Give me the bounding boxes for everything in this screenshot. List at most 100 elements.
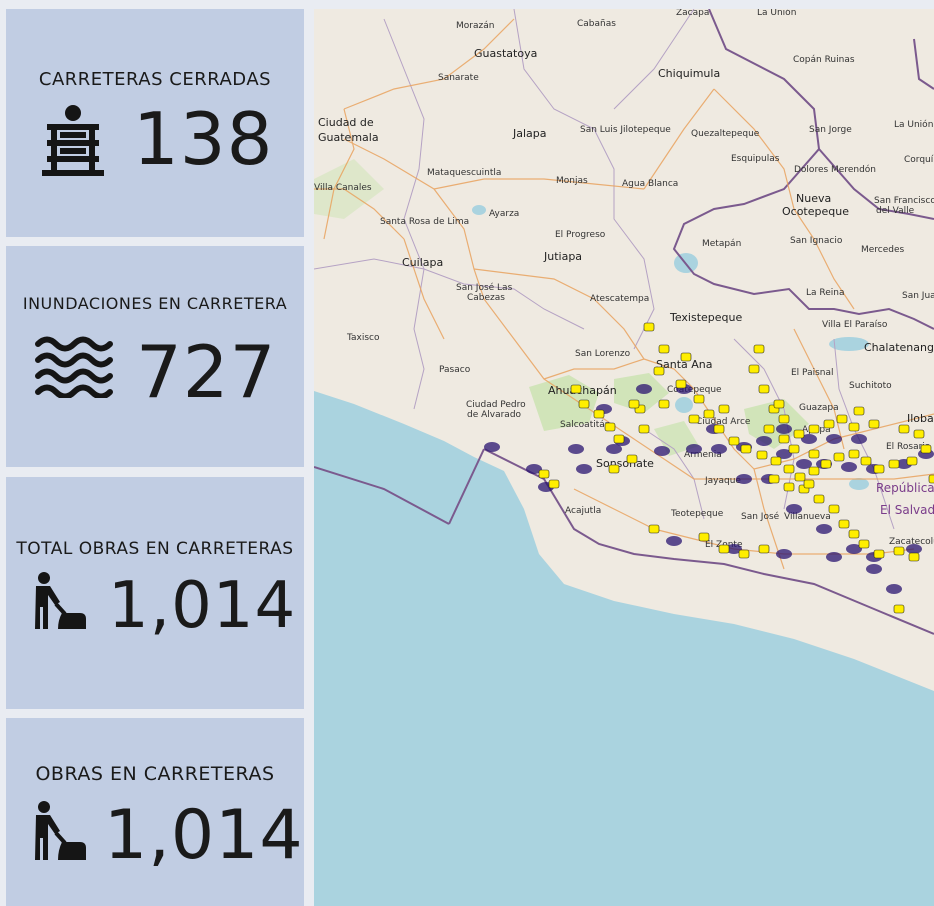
road-worker-icon bbox=[30, 571, 88, 635]
incident-marker bbox=[658, 399, 670, 409]
incident-marker bbox=[740, 444, 752, 454]
flood-heat-spot bbox=[826, 552, 842, 562]
place-label: Ayarza bbox=[489, 209, 519, 219]
place-label: Mataquescuintla bbox=[427, 168, 501, 178]
place-label: La Reina bbox=[806, 288, 845, 298]
incident-marker bbox=[578, 399, 590, 409]
place-label: Mercedes bbox=[861, 245, 905, 255]
incident-marker bbox=[893, 604, 905, 614]
incident-marker bbox=[868, 419, 880, 429]
incident-marker bbox=[570, 384, 582, 394]
incident-marker bbox=[643, 322, 655, 332]
road-incidents-map[interactable]: Zacapa La Unión Morazán Cabañas Guastato… bbox=[314, 9, 934, 906]
place-label: del Valle bbox=[876, 206, 915, 216]
kpi-title: INUNDACIONES EN CARRETERA bbox=[22, 294, 288, 313]
kpi-card-total-obras: TOTAL OBRAS EN CARRETERAS 1,014 bbox=[6, 477, 304, 709]
place-label: La Unión bbox=[757, 9, 796, 18]
incident-marker bbox=[783, 464, 795, 474]
place-label: Esquipulas bbox=[731, 154, 780, 164]
incident-marker bbox=[848, 529, 860, 539]
road-worker-icon bbox=[30, 800, 88, 866]
place-label: Taxisco bbox=[346, 333, 380, 343]
place-label: Sonsonate bbox=[596, 457, 654, 470]
kpi-title: OBRAS EN CARRETERAS bbox=[35, 763, 275, 785]
incident-marker bbox=[908, 552, 920, 562]
incident-marker bbox=[778, 434, 790, 444]
country-label: El Salvador bbox=[880, 503, 934, 517]
incident-marker bbox=[888, 459, 900, 469]
flood-heat-spot bbox=[816, 524, 832, 534]
place-label: San Juan bbox=[902, 291, 934, 301]
kpi-value: 138 bbox=[133, 97, 274, 181]
flood-heat-spot bbox=[636, 384, 652, 394]
place-label: Monjas bbox=[556, 176, 588, 186]
incident-marker bbox=[783, 482, 795, 492]
place-label: San Luis Jilotepeque bbox=[580, 125, 671, 135]
incident-marker bbox=[768, 474, 780, 484]
flood-heat-spot bbox=[484, 442, 500, 452]
place-label: Quezaltepeque bbox=[691, 129, 760, 139]
incident-marker bbox=[653, 366, 665, 376]
incident-marker bbox=[860, 456, 872, 466]
kpi-value: 727 bbox=[136, 330, 277, 414]
flood-heat-spot bbox=[686, 444, 702, 454]
incident-marker bbox=[808, 449, 820, 459]
incident-marker bbox=[836, 414, 848, 424]
place-label: Nueva bbox=[796, 192, 831, 205]
place-label: Ahuachapán bbox=[548, 384, 617, 397]
place-label: San José bbox=[741, 511, 780, 522]
place-label: de Alvarado bbox=[467, 410, 522, 420]
incident-marker bbox=[898, 424, 910, 434]
incident-marker bbox=[838, 519, 850, 529]
place-label: Guastatoya bbox=[474, 47, 537, 60]
kpi-value: 1,014 bbox=[104, 796, 304, 875]
place-label: Sanarate bbox=[438, 73, 479, 83]
place-label: San Jorge bbox=[809, 125, 852, 135]
incident-marker bbox=[613, 434, 625, 444]
incident-marker bbox=[608, 464, 620, 474]
place-label: Dolores Merendón bbox=[794, 164, 876, 175]
incident-marker bbox=[848, 422, 860, 432]
incident-marker bbox=[713, 424, 725, 434]
incident-marker bbox=[658, 344, 670, 354]
flood-heat-spot bbox=[666, 536, 682, 546]
place-label: Villa Canales bbox=[314, 183, 372, 193]
place-label: Ciudad Pedro bbox=[466, 400, 526, 410]
place-label: Coatepeque bbox=[667, 385, 722, 395]
place-label: Ocotepeque bbox=[782, 205, 849, 218]
place-label: El Progreso bbox=[555, 230, 606, 240]
incident-marker bbox=[628, 399, 640, 409]
incident-marker bbox=[820, 459, 832, 469]
place-label: Cuilapa bbox=[402, 256, 443, 269]
incident-marker bbox=[773, 399, 785, 409]
incident-marker bbox=[718, 544, 730, 554]
kpi-card-inundaciones: INUNDACIONES EN CARRETERA 727 bbox=[6, 246, 304, 467]
place-label: Metapán bbox=[702, 239, 741, 249]
incident-marker bbox=[753, 344, 765, 354]
place-label: San José Las bbox=[456, 282, 513, 293]
incident-marker bbox=[763, 424, 775, 434]
flood-heat-spot bbox=[851, 434, 867, 444]
place-label: Atescatempa bbox=[590, 294, 649, 304]
place-label: Texistepeque bbox=[669, 311, 743, 324]
place-label: San Ignacio bbox=[790, 236, 843, 246]
incident-marker bbox=[823, 419, 835, 429]
kpi-card-carreteras-cerradas: CARRETERAS CERRADAS 138 bbox=[6, 9, 304, 237]
incident-marker bbox=[675, 379, 687, 389]
place-label: Jalapa bbox=[512, 127, 547, 140]
incident-marker bbox=[853, 406, 865, 416]
incident-marker bbox=[738, 549, 750, 559]
flood-heat-spot bbox=[776, 549, 792, 559]
kpi-value: 1,014 bbox=[108, 569, 297, 643]
incident-marker bbox=[626, 454, 638, 464]
place-label: Chalatenango bbox=[864, 341, 934, 354]
incident-marker bbox=[548, 479, 560, 489]
road-closed-icon bbox=[40, 104, 106, 182]
incident-marker bbox=[680, 352, 692, 362]
place-label: Corquí bbox=[904, 155, 934, 165]
flood-heat-spot bbox=[736, 474, 752, 484]
incident-marker bbox=[833, 452, 845, 462]
country-label: República de bbox=[876, 481, 934, 495]
incident-marker bbox=[748, 364, 760, 374]
place-label: Copán Ruinas bbox=[793, 55, 855, 65]
